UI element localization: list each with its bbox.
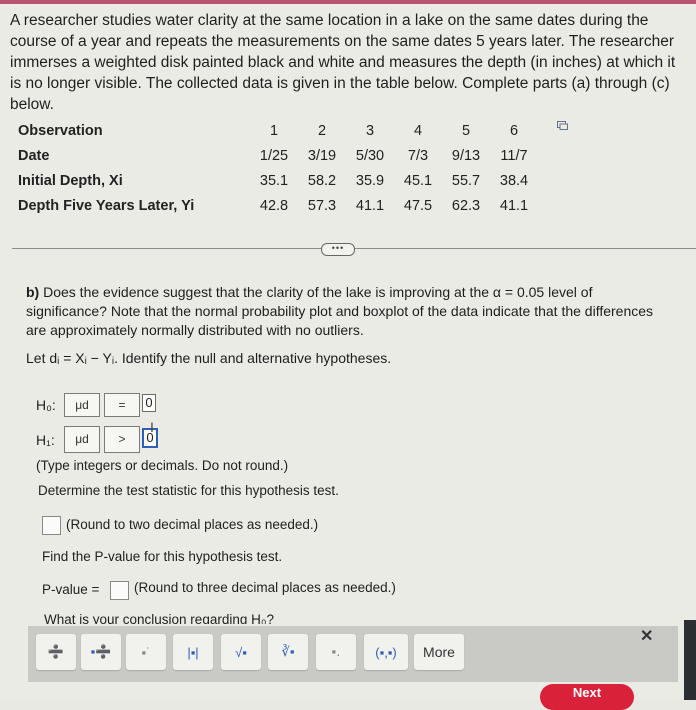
pvalue-label: P-value = (42, 582, 100, 597)
ordered-pair-button[interactable]: (▪,▪) (364, 634, 408, 670)
absolute-value-icon: |▪| (187, 644, 199, 660)
expand-button[interactable]: ••• (321, 243, 355, 256)
square-root-icon: √▪ (235, 644, 247, 660)
row-label: Date (18, 147, 50, 164)
table-cell: 41.1 (499, 197, 529, 214)
table-cell: 1/25 (259, 147, 289, 164)
mixed-number-button[interactable]: ▪➗ (81, 634, 121, 670)
question-text: Does the evidence suggest that the clari… (26, 284, 654, 338)
table-cell: 58.2 (307, 172, 337, 189)
test-statistic-hint: (Round to two decimal places as needed.) (66, 517, 319, 532)
table-cell: 2 (317, 122, 327, 139)
let-line: Let dᵢ = Xᵢ − Yᵢ. Identify the null and … (26, 350, 392, 366)
test-statistic-prompt: Determine the test statistic for this hy… (38, 483, 339, 498)
table-cell: 4 (413, 122, 423, 139)
table-cell: 42.8 (259, 197, 289, 214)
h0-parameter-select[interactable]: μd (64, 393, 100, 417)
subscript-button[interactable]: ▪․ (316, 634, 356, 670)
table-cell: 11/7 (500, 147, 528, 164)
h0-operator-select[interactable]: = (104, 393, 140, 417)
table-cell: 41.1 (355, 197, 385, 214)
table-cell: 55.7 (451, 172, 481, 189)
table-cell: 45.1 (403, 172, 433, 189)
ordered-pair-icon: (▪,▪) (375, 644, 397, 660)
test-statistic-input[interactable] (42, 516, 61, 535)
table-cell: 5 (461, 122, 471, 139)
nth-root-icon: ∛▪ (281, 644, 295, 659)
table-row-initial-depth: Initial Depth, Xi 35.1 58.2 35.9 45.1 55… (18, 168, 538, 193)
more-button[interactable]: More (414, 634, 464, 670)
next-button[interactable]: Next (540, 684, 634, 710)
mixed-number-icon: ▪➗ (90, 644, 112, 659)
table-cell: 5/30 (355, 147, 385, 164)
exponent-icon: ▪˙ (141, 644, 151, 660)
h0-label: H₀: (36, 397, 56, 413)
table-cell: 6 (509, 122, 519, 139)
table-cell: 1 (269, 122, 279, 139)
table-cell: 3/19 (307, 147, 337, 164)
close-toolbar-icon[interactable]: ✕ (640, 626, 653, 646)
table-cell: 57.3 (307, 197, 337, 214)
h1-parameter-select[interactable]: μd (64, 426, 100, 453)
table-row-observation: Observation 1 2 3 4 5 6 (18, 118, 538, 143)
subscript-icon: ▪․ (331, 644, 341, 659)
table-cell: 38.4 (499, 172, 529, 189)
part-label: b) (26, 284, 40, 300)
problem-intro: A researcher studies water clarity at th… (10, 12, 676, 113)
table-row-later-depth: Depth Five Years Later, Yi 42.8 57.3 41.… (18, 193, 538, 218)
table-row-date: Date 1/25 3/19 5/30 7/3 9/13 11/7 (18, 143, 538, 168)
row-label: Depth Five Years Later, Yi (18, 197, 195, 214)
pvalue-hint: (Round to three decimal places as needed… (134, 580, 396, 595)
screen-bezel (684, 620, 696, 700)
table-cell: 9/13 (451, 147, 481, 164)
row-label: Initial Depth, Xi (18, 172, 123, 189)
text-cursor-icon: I (150, 419, 154, 435)
data-table: Observation 1 2 3 4 5 6 Date 1/25 3/19 5… (18, 118, 538, 218)
copy-data-icon[interactable] (557, 121, 568, 130)
math-toolbar: ➗ ▪➗ ▪˙ |▪| √▪ ∛▪ ▪․ (▪,▪) More (28, 626, 678, 682)
nth-root-button[interactable]: ∛▪ (268, 634, 308, 670)
table-cell: 62.3 (451, 197, 481, 214)
h1-operator-select[interactable]: > (104, 426, 140, 453)
table-cell: 7/3 (407, 147, 429, 164)
exponent-button[interactable]: ▪˙ (126, 634, 166, 670)
table-cell: 3 (365, 122, 375, 139)
pvalue-prompt: Find the P-value for this hypothesis tes… (42, 549, 283, 564)
table-cell: 35.1 (259, 172, 289, 189)
integers-hint: (Type integers or decimals. Do not round… (36, 458, 289, 473)
table-cell: 47.5 (403, 197, 433, 214)
pvalue-input[interactable] (110, 581, 129, 600)
square-root-button[interactable]: √▪ (221, 634, 261, 670)
absolute-value-button[interactable]: |▪| (173, 634, 213, 670)
row-label: Observation (18, 122, 103, 139)
table-cell: 35.9 (355, 172, 385, 189)
conclusion-prompt: What is your conclusion regarding H₀? (44, 612, 274, 624)
h0-value-input[interactable]: 0 (142, 394, 156, 412)
fraction-icon: ➗ (47, 644, 65, 659)
question-b: b) Does the evidence suggest that the cl… (26, 283, 676, 340)
fraction-button[interactable]: ➗ (36, 634, 76, 670)
h1-label: H₁: (36, 432, 55, 448)
